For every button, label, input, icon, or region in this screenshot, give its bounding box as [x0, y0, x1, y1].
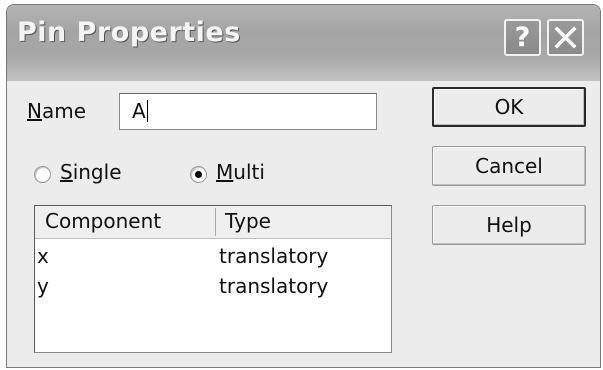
cell-type: translatory — [219, 244, 329, 268]
dialog-title: Pin Properties — [17, 17, 241, 48]
name-label: Name — [27, 99, 87, 123]
multi-radio[interactable] — [190, 166, 207, 183]
column-divider[interactable] — [215, 208, 216, 236]
name-input[interactable]: A — [119, 93, 377, 130]
cell-component: y — [37, 274, 49, 298]
multi-radio-label[interactable]: Multi — [216, 160, 265, 184]
single-radio-label[interactable]: Single — [60, 160, 122, 184]
components-list[interactable]: Component Type x translatory y translato… — [34, 205, 392, 353]
close-button[interactable] — [547, 19, 584, 56]
column-header-component[interactable]: Component — [45, 206, 161, 237]
column-header-type[interactable]: Type — [225, 206, 271, 237]
text-caret — [146, 100, 148, 122]
name-input-value: A — [132, 99, 146, 123]
ok-button[interactable]: OK — [432, 87, 586, 127]
pin-properties-dialog: Pin Properties ? Name A Single Multi Com… — [6, 4, 601, 368]
radio-selected-dot — [195, 171, 202, 178]
list-header: Component Type — [35, 206, 391, 239]
title-bar[interactable]: Pin Properties ? — [7, 5, 600, 81]
help-title-button[interactable]: ? — [504, 19, 541, 56]
cell-type: translatory — [219, 274, 329, 298]
close-icon — [554, 26, 577, 49]
help-button[interactable]: Help — [432, 205, 586, 245]
cell-component: x — [37, 244, 49, 268]
question-mark-icon: ? — [514, 22, 531, 53]
single-radio[interactable] — [34, 166, 51, 183]
cancel-button[interactable]: Cancel — [432, 146, 586, 186]
